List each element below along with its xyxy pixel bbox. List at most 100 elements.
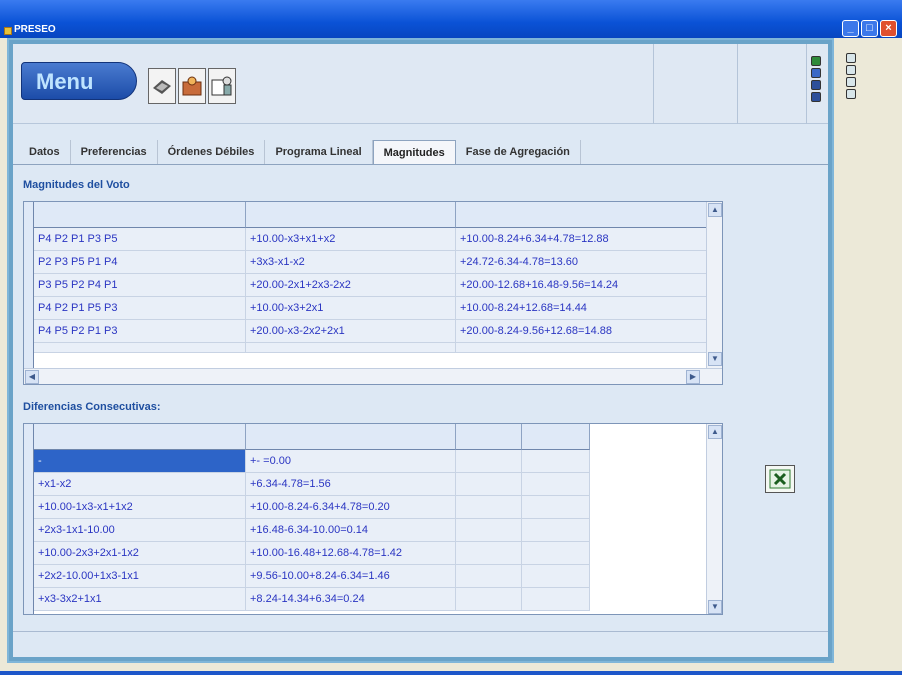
row-header-column (24, 424, 34, 614)
clipboard-people-icon[interactable] (178, 68, 206, 104)
table-cell[interactable] (456, 519, 522, 542)
table-cell[interactable] (522, 473, 590, 496)
info-mini-icon[interactable] (811, 80, 821, 90)
table-cell[interactable]: - (34, 450, 246, 473)
table-cell[interactable]: +9.56-10.00+8.24-6.34=1.46 (246, 565, 456, 588)
table-cell[interactable] (456, 496, 522, 519)
table-cell[interactable]: +- =0.00 (246, 450, 456, 473)
tab-ordenes-debiles[interactable]: Órdenes Débiles (158, 140, 266, 164)
vertical-scrollbar[interactable]: ▲ ▼ (706, 202, 722, 368)
minimize-button[interactable]: _ (842, 20, 859, 37)
scroll-up-icon[interactable]: ▲ (708, 203, 722, 217)
tab-programa-lineal[interactable]: Programa Lineal (265, 140, 373, 164)
zoom-mini-icon[interactable] (811, 68, 821, 78)
table-cell[interactable]: +10.00-8.24+6.34+4.78=12.88 (456, 228, 708, 251)
column-header[interactable] (34, 202, 246, 228)
table-cell[interactable]: +10.00-1x3-x1+1x2 (34, 496, 246, 519)
table-cell[interactable] (522, 588, 590, 611)
scroll-up-icon[interactable]: ▲ (708, 425, 722, 439)
side-icon-stack (846, 53, 858, 101)
table-cell[interactable]: +10.00-8.24-6.34+4.78=0.20 (246, 496, 456, 519)
table-cell-partial[interactable] (246, 343, 456, 353)
table-cell[interactable] (522, 519, 590, 542)
app-icon (4, 27, 12, 35)
table-cell[interactable]: +10.00-2x3+2x1-1x2 (34, 542, 246, 565)
table-cell[interactable]: +8.24-14.34+6.34=0.24 (246, 588, 456, 611)
table-cell[interactable]: P2 P3 P5 P1 P4 (34, 251, 246, 274)
table-cell[interactable]: +20.00-x3-2x2+2x1 (246, 320, 456, 343)
table-cell-partial[interactable] (456, 343, 708, 353)
table-cell[interactable]: +2x2-10.00+1x3-1x1 (34, 565, 246, 588)
menu-button[interactable]: Menu (21, 62, 137, 100)
tab-fase-agregacion[interactable]: Fase de Agregación (456, 140, 581, 164)
close-button[interactable]: × (880, 20, 897, 37)
table-cell[interactable] (456, 473, 522, 496)
vertical-scrollbar[interactable]: ▲ ▼ (706, 424, 722, 614)
main-window: PRESEO _ □ × Menu Datos Preferencias Órd… (0, 0, 902, 675)
column-header[interactable] (456, 202, 708, 228)
column-header[interactable] (34, 424, 246, 450)
column-header[interactable] (246, 202, 456, 228)
table-cell[interactable]: +16.48-6.34-10.00=0.14 (246, 519, 456, 542)
table-cell[interactable]: P4 P5 P2 P1 P3 (34, 320, 246, 343)
user-edit-icon[interactable] (208, 68, 236, 104)
table-cell[interactable] (456, 450, 522, 473)
excel-mini-icon[interactable] (811, 56, 821, 66)
table-cell[interactable] (456, 565, 522, 588)
table-cell[interactable]: P4 P2 P1 P3 P5 (34, 228, 246, 251)
taskbar-strip (0, 671, 902, 675)
table-cell[interactable]: +20.00-2x1+2x3-2x2 (246, 274, 456, 297)
toolbar-divider (737, 44, 738, 124)
diferencias-table: - +- =0.00 +x1-x2 +6.34-4.78=1.56 +10.00… (23, 423, 723, 615)
side-mini-icon[interactable] (846, 53, 856, 63)
scroll-down-icon[interactable]: ▼ (708, 352, 722, 366)
export-excel-button[interactable] (765, 465, 795, 493)
row-header-column (24, 202, 34, 368)
table-cell[interactable]: +3x3-x1-x2 (246, 251, 456, 274)
table-cell[interactable]: +2x3-1x1-10.00 (34, 519, 246, 542)
table-cell[interactable]: +20.00-8.24-9.56+12.68=14.88 (456, 320, 708, 343)
magnitudes-panel: Magnitudes del Voto P4 P2 P1 P3 P5 +10.0… (13, 164, 828, 651)
table-cell[interactable]: +10.00-x3+x1+x2 (246, 228, 456, 251)
table-cell[interactable]: +10.00-16.48+12.68-4.78=1.42 (246, 542, 456, 565)
column-header[interactable] (522, 424, 590, 450)
scroll-down-icon[interactable]: ▼ (708, 600, 722, 614)
title-bar: PRESEO _ □ × (0, 0, 902, 38)
table-cell[interactable] (522, 450, 590, 473)
table-cell[interactable]: +10.00-8.24+12.68=14.44 (456, 297, 708, 320)
column-header[interactable] (246, 424, 456, 450)
table-cell[interactable] (522, 496, 590, 519)
side-mini-icon[interactable] (846, 89, 856, 99)
window-title: PRESEO (14, 24, 56, 35)
toolbar: Menu (13, 44, 828, 124)
table-cell-partial[interactable] (34, 343, 246, 353)
table-cell[interactable]: P4 P2 P1 P5 P3 (34, 297, 246, 320)
app-frame: Menu Datos Preferencias Órdenes Débiles … (7, 38, 834, 663)
column-header[interactable] (456, 424, 522, 450)
table-cell[interactable]: P3 P5 P2 P4 P1 (34, 274, 246, 297)
tab-preferencias[interactable]: Preferencias (71, 140, 158, 164)
tab-bar: Datos Preferencias Órdenes Débiles Progr… (19, 140, 581, 164)
horizontal-scrollbar[interactable]: ◀ ▶ (24, 368, 722, 384)
table-cell[interactable] (456, 588, 522, 611)
scroll-left-icon[interactable]: ◀ (25, 370, 39, 384)
tab-magnitudes[interactable]: Magnitudes (372, 140, 456, 164)
table-cell[interactable]: +x1-x2 (34, 473, 246, 496)
table-cell[interactable]: +x3-3x2+1x1 (34, 588, 246, 611)
table-cell[interactable] (522, 542, 590, 565)
scroll-right-icon[interactable]: ▶ (686, 370, 700, 384)
tab-datos[interactable]: Datos (19, 140, 71, 164)
app-content: Menu Datos Preferencias Órdenes Débiles … (13, 44, 828, 657)
side-mini-icon[interactable] (846, 77, 856, 87)
help-mini-icon[interactable] (811, 92, 821, 102)
maximize-button[interactable]: □ (861, 20, 878, 37)
table-cell[interactable] (456, 542, 522, 565)
disk-icon[interactable] (148, 68, 176, 104)
table-cell[interactable]: +20.00-12.68+16.48-9.56=14.24 (456, 274, 708, 297)
side-mini-icon[interactable] (846, 65, 856, 75)
table-cell[interactable]: +10.00-x3+2x1 (246, 297, 456, 320)
table-cell[interactable]: +6.34-4.78=1.56 (246, 473, 456, 496)
window-controls-stack (811, 56, 823, 104)
table-cell[interactable]: +24.72-6.34-4.78=13.60 (456, 251, 708, 274)
table-cell[interactable] (522, 565, 590, 588)
